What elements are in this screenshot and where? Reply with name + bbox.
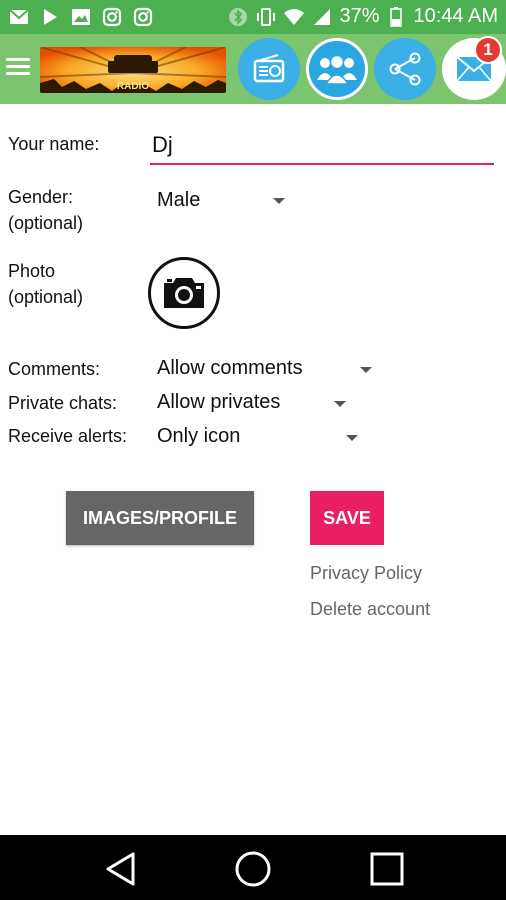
- camera-icon: [164, 278, 204, 308]
- receive-alerts-label: Receive alerts:: [8, 426, 128, 446]
- home-icon: [235, 851, 271, 887]
- radio-icon: [253, 54, 285, 83]
- chevron-down-icon: [334, 401, 346, 407]
- name-input[interactable]: [150, 127, 494, 165]
- comments-value: Allow comments: [157, 357, 303, 379]
- back-button[interactable]: [100, 849, 140, 889]
- gender-value: Male: [157, 189, 201, 211]
- users-button[interactable]: [306, 38, 368, 100]
- share-icon: [389, 52, 421, 86]
- back-icon: [106, 852, 135, 886]
- delete-account-link[interactable]: Delete account: [310, 599, 430, 620]
- gender-optional-text: (optional): [8, 213, 84, 233]
- receive-alerts-select[interactable]: Only icon: [157, 425, 367, 448]
- name-label: Your name:: [8, 134, 100, 154]
- private-chats-label: Private chats:: [8, 393, 118, 413]
- home-button[interactable]: [233, 849, 273, 889]
- logo-text: RADIO: [117, 81, 149, 92]
- instagram-icon: [101, 6, 123, 28]
- recents-button[interactable]: [367, 849, 407, 889]
- image-icon: [70, 6, 92, 28]
- wifi-icon: [283, 6, 305, 28]
- signal-icon: [311, 6, 333, 28]
- photo-label-text: Photo: [8, 261, 56, 281]
- photo-label: Photo (optional): [8, 258, 83, 310]
- mail-icon: [8, 6, 30, 28]
- comments-select[interactable]: Allow comments: [157, 357, 377, 380]
- photo-picker-button[interactable]: [148, 257, 220, 329]
- private-chats-value: Allow privates: [157, 391, 281, 413]
- gender-label: Gender: (optional): [8, 184, 83, 236]
- app-logo[interactable]: RADIO: [40, 47, 226, 93]
- battery-percent: 37%: [339, 5, 380, 27]
- play-icon: [39, 6, 61, 28]
- system-nav-bar: [0, 835, 506, 900]
- comments-label: Comments:: [8, 359, 101, 379]
- battery-icon: [385, 6, 407, 28]
- gender-select[interactable]: Male: [157, 189, 297, 212]
- messages-button[interactable]: 1: [442, 36, 506, 100]
- privacy-policy-link[interactable]: Privacy Policy: [310, 563, 422, 584]
- clock: 10:44 AM: [413, 5, 498, 27]
- system-status: 37% 10:44 AM: [227, 5, 498, 28]
- unread-badge: 1: [474, 36, 502, 64]
- photo-optional-text: (optional): [8, 287, 84, 307]
- hamburger-menu-icon[interactable]: [6, 54, 30, 82]
- radio-button[interactable]: [238, 38, 300, 100]
- share-button[interactable]: [374, 38, 436, 100]
- vibrate-icon: [255, 6, 277, 28]
- status-bar: 37% 10:44 AM: [0, 0, 506, 34]
- instagram-icon: [132, 6, 154, 28]
- gender-label-text: Gender:: [8, 187, 74, 207]
- private-chats-select[interactable]: Allow privates: [157, 391, 352, 414]
- images-profile-button[interactable]: IMAGES/PROFILE: [66, 491, 254, 545]
- app-toolbar: RADIO 1: [0, 34, 506, 104]
- save-button[interactable]: SAVE: [310, 491, 384, 545]
- chevron-down-icon: [346, 435, 358, 441]
- receive-alerts-value: Only icon: [157, 425, 241, 447]
- users-icon: [317, 54, 357, 84]
- bluetooth-icon: [227, 6, 249, 28]
- notification-icons: [8, 6, 154, 28]
- chevron-down-icon: [273, 198, 285, 204]
- recents-icon: [370, 852, 404, 886]
- chevron-down-icon: [360, 367, 372, 373]
